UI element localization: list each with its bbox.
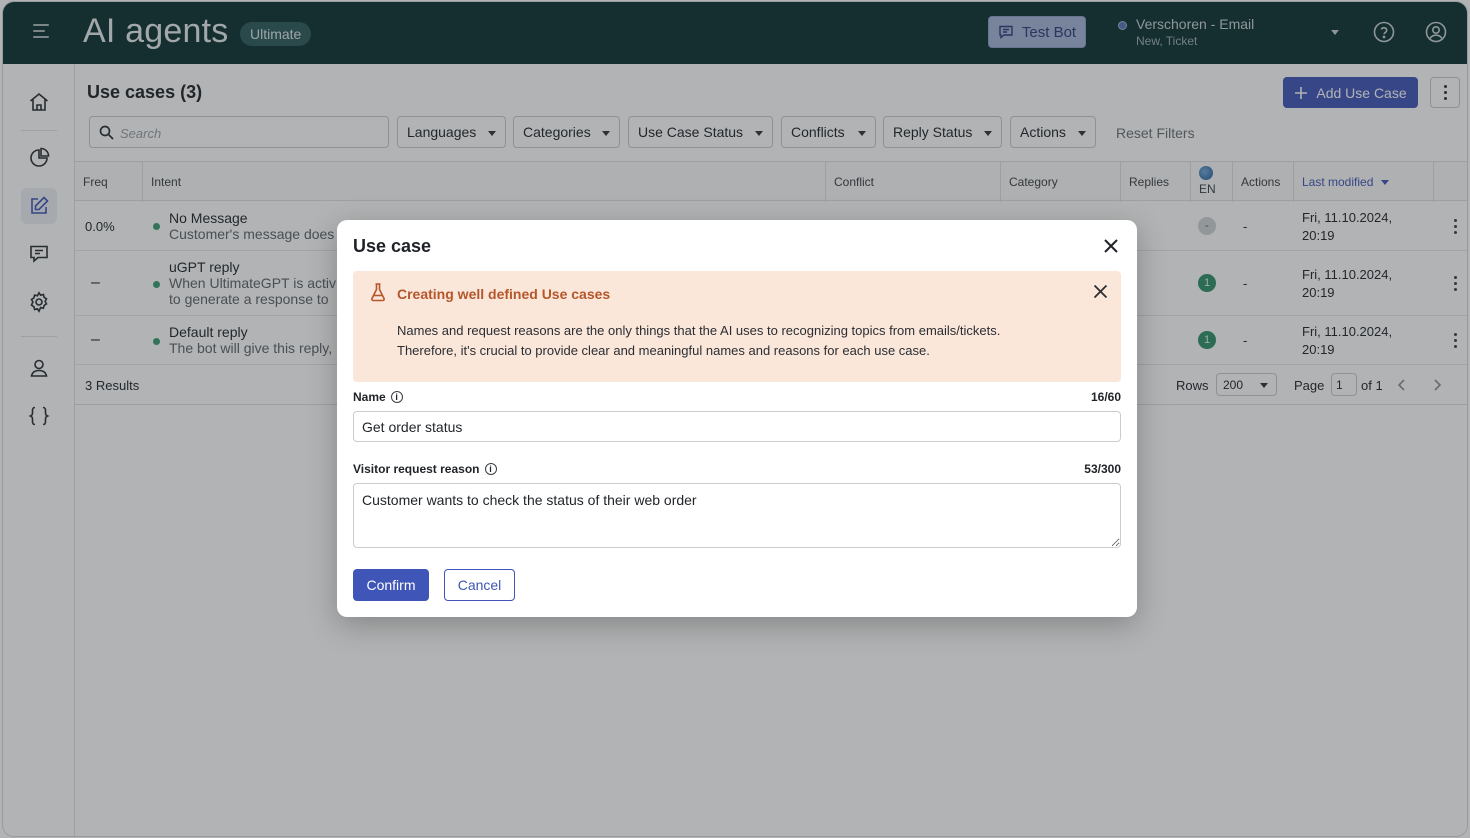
info-banner: Creating well defined Use cases Names an… [353,271,1121,382]
info-banner-title: Creating well defined Use cases [397,286,611,302]
flask-icon [371,283,385,302]
info-icon[interactable]: i [390,391,403,403]
reason-field-label: Visitor request reason i [353,462,497,476]
info-icon[interactable]: i [484,463,497,475]
modal-backdrop[interactable]: Use case Creating well defined Use cases… [0,0,1470,838]
close-icon[interactable] [1093,284,1108,299]
reason-label-text: Visitor request reason [353,462,480,476]
info-banner-line: Therefore, it's crucial to provide clear… [397,343,930,358]
reason-char-counter: 53/300 [1084,462,1121,476]
name-char-counter: 16/60 [1090,390,1121,404]
info-banner-line: Names and request reasons are the only t… [397,323,1001,338]
use-case-dialog: Use case Creating well defined Use cases… [337,220,1137,617]
visitor-request-reason-input[interactable]: Customer wants to check the status of th… [353,483,1121,548]
dialog-title: Use case [353,236,432,256]
name-input[interactable] [353,411,1121,442]
cancel-button[interactable]: Cancel [444,569,515,601]
close-icon[interactable] [1103,238,1119,254]
confirm-button[interactable]: Confirm [353,569,429,601]
name-field-label: Name i [353,390,403,404]
info-banner-text: Names and request reasons are the only t… [397,321,1097,361]
name-label-text: Name [353,390,386,404]
